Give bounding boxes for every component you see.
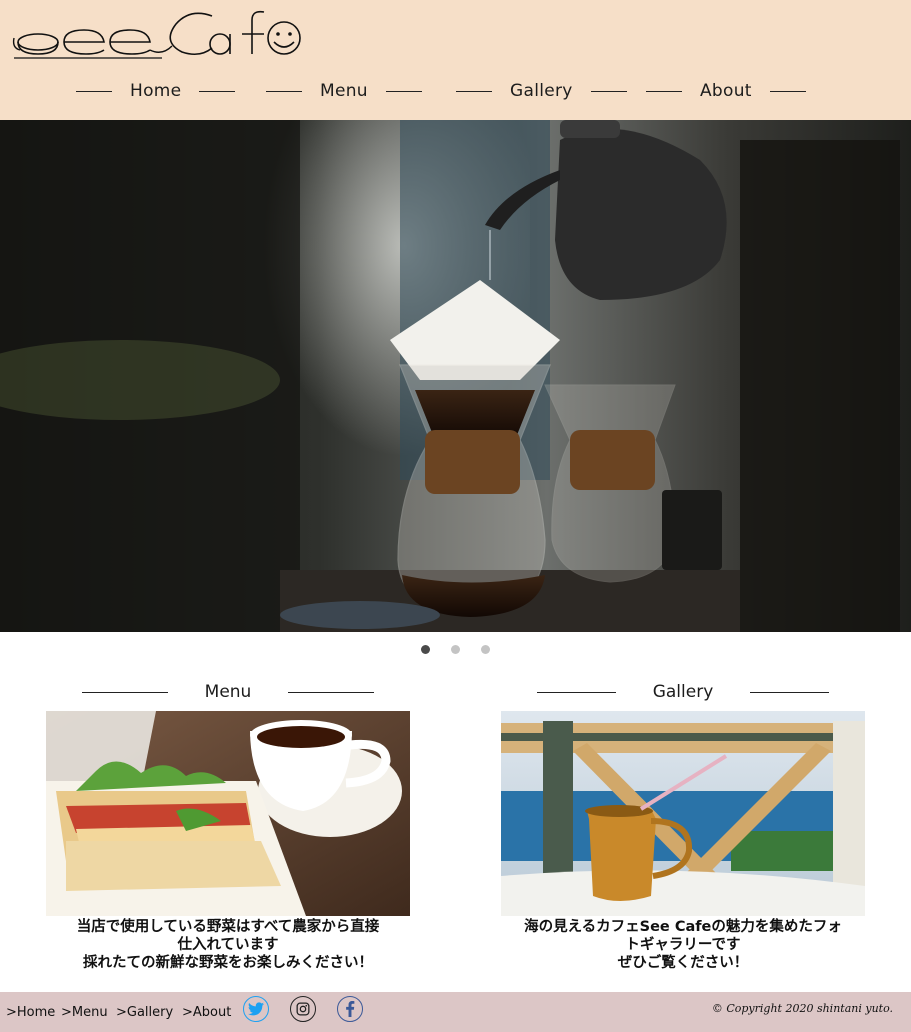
footer-link-gallery[interactable]: >Gallery bbox=[116, 1005, 173, 1020]
coffee-pour-over-image bbox=[0, 120, 911, 632]
section-divider bbox=[537, 691, 616, 693]
section-divider bbox=[750, 691, 829, 693]
gallery-section-header: Gallery bbox=[537, 680, 829, 704]
slider-dot-3[interactable] bbox=[481, 645, 490, 654]
nav-divider bbox=[76, 90, 112, 92]
facebook-f-icon bbox=[346, 1001, 355, 1017]
twitter-icon[interactable] bbox=[243, 996, 269, 1022]
section-divider bbox=[288, 691, 374, 693]
menu-caption-line-2: 仕入れています bbox=[177, 937, 279, 953]
menu-thumbnail[interactable] bbox=[46, 711, 410, 916]
nav-home[interactable]: Home bbox=[76, 78, 236, 104]
seaside-pitcher-image bbox=[501, 711, 865, 916]
footer-link-home[interactable]: >Home bbox=[6, 1005, 55, 1020]
section-divider bbox=[82, 691, 168, 693]
menu-caption-line-3: 採れたての新鮮な野菜をお楽しみください！ bbox=[83, 955, 373, 971]
nav-gallery-label: Gallery bbox=[510, 81, 573, 101]
nav-divider bbox=[266, 90, 302, 92]
slider-dots bbox=[0, 643, 911, 657]
instagram-icon[interactable] bbox=[290, 996, 316, 1022]
menu-section-title[interactable]: Menu bbox=[168, 682, 288, 702]
nav-menu[interactable]: Menu bbox=[266, 78, 422, 104]
hero-slider[interactable] bbox=[0, 120, 911, 632]
nav-divider bbox=[385, 90, 422, 92]
menu-section-header: Menu bbox=[82, 680, 374, 704]
nav-about-label: About bbox=[700, 81, 752, 101]
footer-link-menu[interactable]: >Menu bbox=[61, 1005, 108, 1020]
gallery-caption-line-2: トギャラリーです bbox=[625, 937, 741, 953]
nav-divider bbox=[590, 90, 627, 92]
footer-link-about[interactable]: >About bbox=[182, 1005, 231, 1020]
gallery-caption-line-3: ぜひご覧ください！ bbox=[617, 955, 749, 971]
nav-home-label: Home bbox=[130, 81, 182, 101]
nav-menu-label: Menu bbox=[320, 81, 368, 101]
gallery-thumbnail[interactable] bbox=[501, 711, 865, 916]
instagram-glyph-icon bbox=[296, 1002, 310, 1016]
nav-gallery[interactable]: Gallery bbox=[456, 78, 627, 104]
nav-divider bbox=[646, 90, 682, 92]
logo[interactable] bbox=[12, 6, 302, 60]
gallery-caption-line-1: 海の見えるカフェSee Cafeの魅力を集めたフォ bbox=[524, 919, 842, 935]
nav-about[interactable]: About bbox=[646, 78, 806, 104]
copyright-text: © Copyright 2020 shintani yuto. bbox=[711, 1002, 893, 1015]
nav-divider bbox=[456, 90, 492, 92]
menu-caption-line-1: 当店で使用している野菜はすべて農家から直接 bbox=[76, 919, 380, 935]
site-footer: >Home >Menu >Gallery >About © Copyright … bbox=[0, 992, 911, 1032]
sandwich-coffee-image bbox=[46, 711, 410, 916]
nav-divider bbox=[769, 90, 806, 92]
gallery-caption: 海の見えるカフェSee Cafeの魅力を集めたフォ トギャラリーです ぜひご覧く… bbox=[501, 918, 865, 972]
main-nav: Home Menu Gallery About bbox=[0, 78, 911, 104]
site-header: Home Menu Gallery About bbox=[0, 0, 911, 120]
facebook-icon[interactable] bbox=[337, 996, 363, 1022]
slider-dot-1[interactable] bbox=[421, 645, 430, 654]
twitter-bird-icon bbox=[248, 1002, 264, 1016]
slider-dot-2[interactable] bbox=[451, 645, 460, 654]
nav-divider bbox=[199, 90, 236, 92]
gallery-section-title[interactable]: Gallery bbox=[616, 682, 750, 702]
menu-caption: 当店で使用している野菜はすべて農家から直接 仕入れています 採れたての新鮮な野菜… bbox=[46, 918, 410, 972]
see-cafe-logo-icon bbox=[12, 10, 301, 59]
